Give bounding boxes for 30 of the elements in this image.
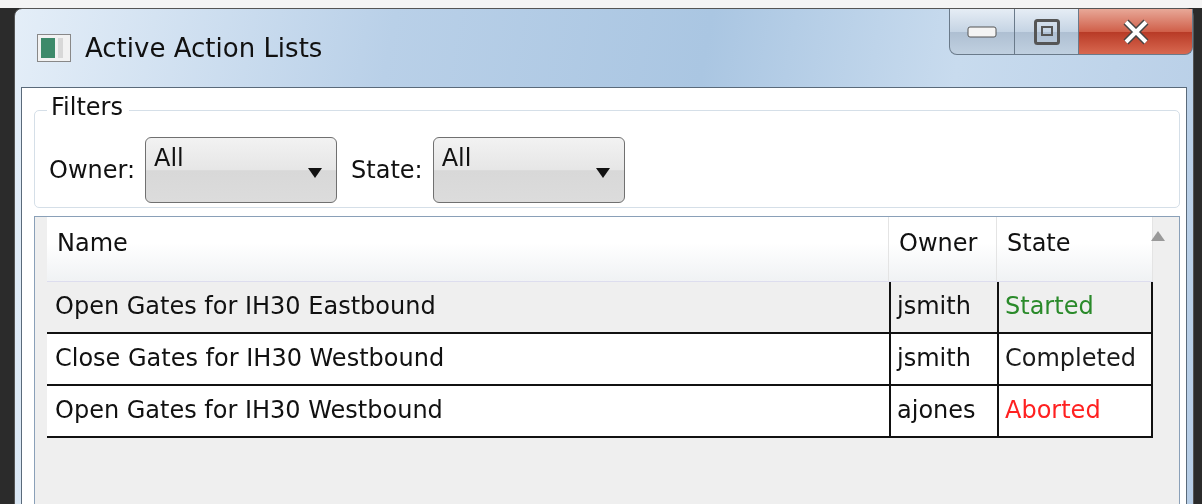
column-header[interactable]: Name bbox=[47, 217, 889, 281]
table-row[interactable]: Open Gates for IH30 Eastbound jsmith Started bbox=[47, 282, 1153, 334]
filter-label: Owner: bbox=[49, 156, 136, 184]
table-row[interactable]: Open Gates for IH30 Westbound ajones Aborted bbox=[47, 386, 1153, 438]
column-header[interactable]: State bbox=[997, 217, 1153, 281]
maximize-icon bbox=[1033, 18, 1060, 45]
column-header[interactable]: Owner bbox=[889, 217, 997, 281]
window-title: Active Action Lists bbox=[85, 33, 323, 63]
table-cell: ajones bbox=[889, 386, 997, 436]
filter-dropdown[interactable]: All bbox=[145, 137, 338, 203]
close-button[interactable] bbox=[1079, 9, 1193, 55]
table-cell-text: Close Gates for IH30 Westbound bbox=[54, 343, 446, 374]
minimize-button[interactable] bbox=[949, 9, 1015, 55]
maximize-button[interactable] bbox=[1015, 9, 1079, 55]
app-icon bbox=[37, 34, 71, 62]
table-cell: jsmith bbox=[889, 334, 997, 384]
state-cell: Aborted bbox=[997, 386, 1153, 436]
table-cell-text: Open Gates for IH30 Westbound bbox=[54, 395, 444, 426]
filter-label: State: bbox=[351, 156, 423, 184]
minimize-icon bbox=[967, 25, 997, 38]
filter-dropdown[interactable]: All bbox=[432, 137, 625, 203]
caret-icon bbox=[595, 168, 610, 178]
state-cell: Completed bbox=[997, 334, 1153, 384]
close-icon bbox=[1121, 18, 1150, 45]
state-cell: Started bbox=[997, 282, 1153, 332]
caret-icon bbox=[308, 168, 323, 178]
table-row[interactable]: Close Gates for IH30 Westbound jsmith Completed bbox=[47, 334, 1153, 386]
scroll-up-icon[interactable] bbox=[1151, 231, 1165, 241]
table-cell-text: Open Gates for IH30 Eastbound bbox=[54, 291, 437, 322]
table-cell: jsmith bbox=[889, 282, 997, 332]
